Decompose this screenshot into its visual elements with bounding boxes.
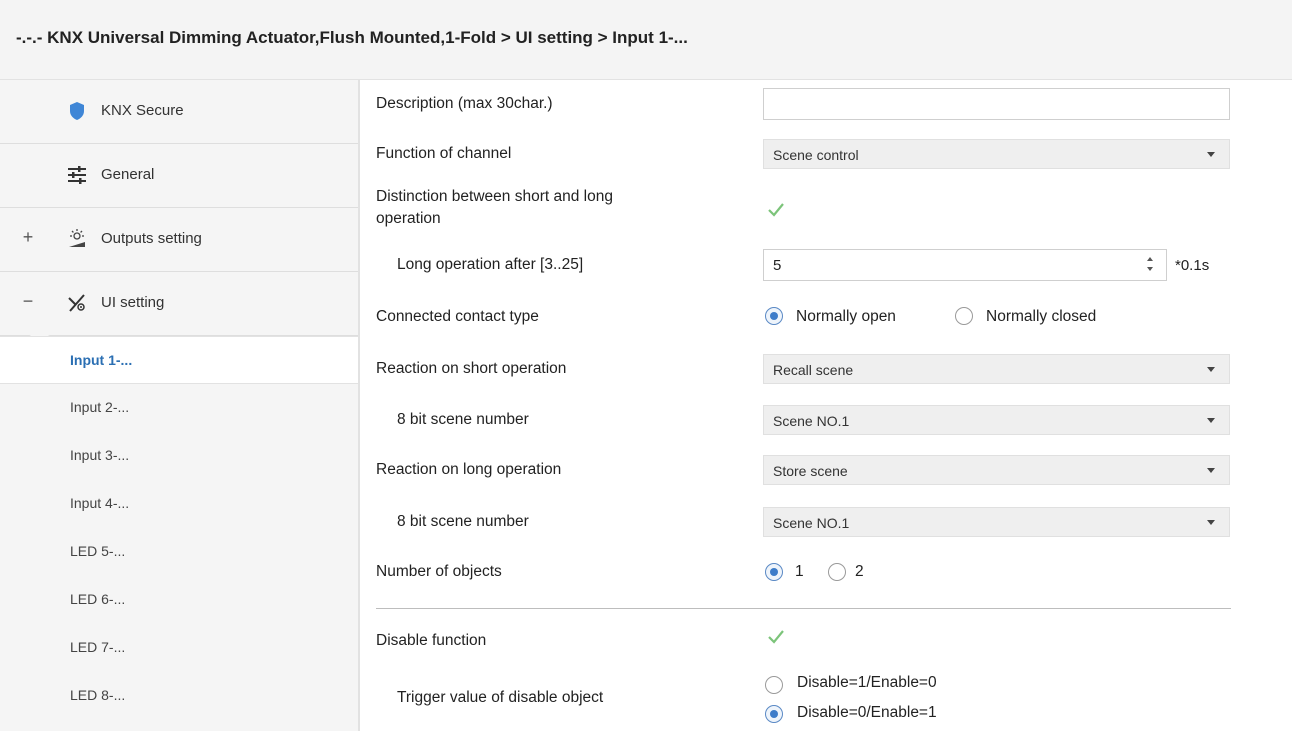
chevron-down-icon xyxy=(1207,468,1215,473)
radio-disable0-enable1[interactable] xyxy=(765,705,783,723)
spinner-up-icon[interactable] xyxy=(1147,257,1153,261)
sidebar-item-label: General xyxy=(101,166,155,183)
sidebar-subitem-label: LED 6-... xyxy=(70,591,126,607)
dropdown-value: Scene NO.1 xyxy=(773,413,850,429)
sliders-icon xyxy=(68,166,86,184)
ui-setting-icon xyxy=(68,294,85,312)
radio-objects-1-label: 1 xyxy=(795,563,804,580)
long-operation-label: Long operation after [3..25] xyxy=(397,256,584,273)
sidebar: KNX Secure General + Outputs setting − U… xyxy=(0,80,360,731)
chevron-down-icon xyxy=(1207,418,1215,423)
sidebar-subitem-label: LED 7-... xyxy=(70,639,126,655)
sidebar-item-outputs-setting[interactable]: + Outputs setting xyxy=(0,208,358,272)
long-operation-spinner[interactable]: 5 xyxy=(763,249,1167,281)
sidebar-subitem-label: Input 2-... xyxy=(70,399,130,415)
sidebar-item-ui-setting[interactable]: − UI setting xyxy=(0,272,358,336)
chevron-down-icon xyxy=(1207,520,1215,525)
radio-normally-closed-label: Normally closed xyxy=(986,308,1097,325)
dropdown-value: Store scene xyxy=(773,463,848,479)
window-title: -.-.- KNX Universal Dimming Actuator,Flu… xyxy=(16,28,688,47)
sidebar-subitem-led-8[interactable]: LED 8-... xyxy=(0,672,358,720)
sidebar-subitem-label: Input 4-... xyxy=(70,495,130,511)
contact-type-label: Connected contact type xyxy=(376,308,539,325)
scene-number-short-dropdown[interactable]: Scene NO.1 xyxy=(763,405,1230,435)
radio-disable0-enable1-label: Disable=0/Enable=1 xyxy=(797,704,937,721)
sidebar-item-general[interactable]: General xyxy=(0,144,358,208)
scene-number-long-dropdown[interactable]: Scene NO.1 xyxy=(763,507,1230,537)
reaction-short-label: Reaction on short operation xyxy=(376,360,567,377)
dropdown-value: Scene NO.1 xyxy=(773,515,850,531)
scene-number-short-label: 8 bit scene number xyxy=(397,411,529,428)
trigger-value-label: Trigger value of disable object xyxy=(397,689,604,706)
description-input[interactable] xyxy=(763,88,1230,120)
number-of-objects-label: Number of objects xyxy=(376,563,502,580)
sidebar-subitem-led-6[interactable]: LED 6-... xyxy=(0,576,358,624)
sidebar-subitem-label: LED 5-... xyxy=(70,543,126,559)
dropdown-value: Recall scene xyxy=(773,362,854,378)
radio-normally-open-label: Normally open xyxy=(796,308,896,325)
section-divider xyxy=(376,608,1231,609)
function-of-channel-dropdown[interactable]: Scene control xyxy=(763,139,1230,169)
chevron-down-icon xyxy=(1207,367,1215,372)
radio-disable1-enable0-label: Disable=1/Enable=0 xyxy=(797,674,937,691)
spinner-value: 5 xyxy=(773,257,782,274)
disable-function-checkbox[interactable] xyxy=(765,626,787,648)
description-label: Description (max 30char.) xyxy=(376,95,553,112)
radio-objects-1[interactable] xyxy=(765,563,783,581)
window-titlebar: -.-.- KNX Universal Dimming Actuator,Flu… xyxy=(0,0,1292,80)
sidebar-subitem-label: Input 1-... xyxy=(70,352,133,368)
radio-objects-2-label: 2 xyxy=(855,563,864,580)
sidebar-subitem-input-4[interactable]: Input 4-... xyxy=(0,480,358,528)
sidebar-subitem-input-1[interactable]: Input 1-... xyxy=(0,336,360,384)
reaction-long-label: Reaction on long operation xyxy=(376,461,562,478)
distinction-checkbox[interactable] xyxy=(765,199,787,221)
sidebar-item-label: Outputs setting xyxy=(101,230,202,247)
scene-number-long-label: 8 bit scene number xyxy=(397,513,529,530)
distinction-label-line2: operation xyxy=(376,210,441,227)
sidebar-subitem-led-5[interactable]: LED 5-... xyxy=(0,528,358,576)
radio-normally-open[interactable] xyxy=(765,307,783,325)
collapse-icon[interactable]: − xyxy=(20,291,36,312)
sidebar-item-label: UI setting xyxy=(101,294,165,311)
function-of-channel-label: Function of channel xyxy=(376,145,512,162)
radio-normally-closed[interactable] xyxy=(955,307,973,325)
dropdown-value: Scene control xyxy=(773,147,859,163)
radio-objects-2[interactable] xyxy=(828,563,846,581)
spinner-down-icon[interactable] xyxy=(1147,267,1153,271)
sidebar-subitem-label: LED 8-... xyxy=(70,687,126,703)
sidebar-subitem-label: Input 3-... xyxy=(70,447,130,463)
distinction-label-line1: Distinction between short and long xyxy=(376,188,613,205)
dimmer-icon xyxy=(69,229,85,247)
sidebar-subitem-input-3[interactable]: Input 3-... xyxy=(0,432,358,480)
long-operation-unit: *0.1s xyxy=(1175,257,1210,274)
reaction-short-dropdown[interactable]: Recall scene xyxy=(763,354,1230,384)
shield-icon xyxy=(70,102,84,120)
radio-disable1-enable0[interactable] xyxy=(765,676,783,694)
sidebar-subitem-led-7[interactable]: LED 7-... xyxy=(0,624,358,672)
reaction-long-dropdown[interactable]: Store scene xyxy=(763,455,1230,485)
disable-function-label: Disable function xyxy=(376,632,487,649)
sidebar-subitem-input-2[interactable]: Input 2-... xyxy=(0,384,358,432)
sidebar-item-knx-secure[interactable]: KNX Secure xyxy=(0,80,358,144)
sidebar-item-label: KNX Secure xyxy=(101,102,184,119)
sidebar-divider xyxy=(358,80,360,731)
expand-icon[interactable]: + xyxy=(20,227,36,248)
chevron-down-icon xyxy=(1207,152,1215,157)
